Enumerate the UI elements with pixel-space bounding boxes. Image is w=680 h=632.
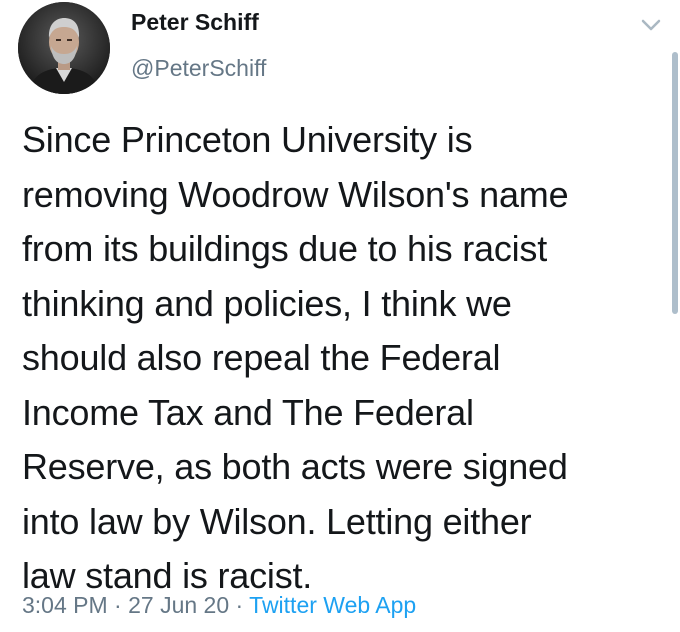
tweet-card: Peter Schiff @PeterSchiff Since Princeto… bbox=[0, 0, 680, 632]
author-handle[interactable]: @PeterSchiff bbox=[131, 55, 266, 82]
meta-separator: · bbox=[107, 592, 129, 618]
chevron-down-icon[interactable] bbox=[639, 16, 663, 34]
tweet-time[interactable]: 3:04 PM bbox=[22, 592, 108, 618]
meta-separator: · bbox=[229, 592, 250, 618]
tweet-text: Since Princeton University is removing W… bbox=[22, 119, 569, 596]
avatar[interactable] bbox=[18, 2, 110, 94]
profile-photo-icon bbox=[18, 2, 110, 94]
tweet-date[interactable]: 27 Jun 20 bbox=[128, 592, 229, 618]
tweet-metadata: 3:04 PM · 27 Jun 20 · Twitter Web App bbox=[22, 592, 416, 619]
author-display-name[interactable]: Peter Schiff bbox=[131, 9, 259, 36]
scrollbar[interactable] bbox=[672, 52, 678, 314]
tweet-source-link[interactable]: Twitter Web App bbox=[249, 592, 416, 618]
